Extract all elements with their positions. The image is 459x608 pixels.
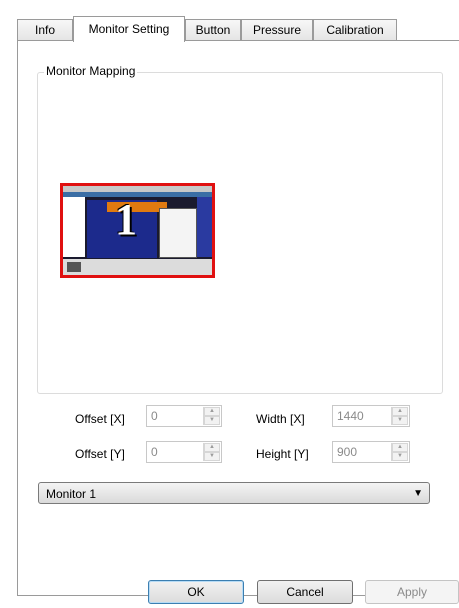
offset-y-field[interactable]: 0 ▲ ▼ — [146, 441, 222, 463]
thumb-toolbar — [63, 192, 212, 197]
ok-button[interactable]: OK — [148, 580, 244, 604]
width-x-field[interactable]: 1440 ▲ ▼ — [332, 405, 410, 427]
offset-y-spinner[interactable]: ▲ ▼ — [203, 443, 220, 461]
thumb-window-2 — [159, 208, 197, 258]
offset-x-spinner[interactable]: ▲ ▼ — [203, 407, 220, 425]
cancel-button[interactable]: Cancel — [257, 580, 353, 604]
thumb-right-pane — [197, 197, 212, 257]
width-x-spinner[interactable]: ▲ ▼ — [391, 407, 408, 425]
monitor-number-label: 1 — [115, 195, 137, 244]
thumb-taskbar-icon — [67, 262, 81, 272]
offset-x-field[interactable]: 0 ▲ ▼ — [146, 405, 222, 427]
height-y-field[interactable]: 900 ▲ ▼ — [332, 441, 410, 463]
spin-down-icon[interactable]: ▼ — [392, 416, 408, 425]
offset-y-label: Offset [Y] — [75, 447, 125, 461]
spin-up-icon[interactable]: ▲ — [204, 407, 220, 416]
spin-up-icon[interactable]: ▲ — [392, 443, 408, 452]
chevron-down-icon[interactable]: ▼ — [413, 486, 423, 502]
height-y-spinner[interactable]: ▲ ▼ — [391, 443, 408, 461]
monitor-thumbnail[interactable] — [60, 183, 215, 278]
spin-down-icon[interactable]: ▼ — [204, 452, 220, 461]
tab-pressure[interactable]: Pressure — [241, 19, 313, 41]
apply-button[interactable]: Apply — [365, 580, 459, 604]
monitor-select-value: Monitor 1 — [46, 487, 97, 501]
offset-x-value: 0 — [151, 409, 158, 423]
monitor-select[interactable]: Monitor 1 ▼ — [38, 482, 430, 504]
spin-down-icon[interactable]: ▼ — [392, 452, 408, 461]
width-x-label: Width [X] — [256, 412, 305, 426]
spin-down-icon[interactable]: ▼ — [204, 416, 220, 425]
spin-up-icon[interactable]: ▲ — [204, 443, 220, 452]
height-y-label: Height [Y] — [256, 447, 309, 461]
height-y-value: 900 — [337, 445, 358, 459]
tab-button[interactable]: Button — [185, 19, 241, 41]
offset-x-label: Offset [X] — [75, 412, 125, 426]
offset-y-value: 0 — [151, 445, 158, 459]
thumb-left-pane — [63, 197, 85, 257]
spin-up-icon[interactable]: ▲ — [392, 407, 408, 416]
tab-monitor-setting[interactable]: Monitor Setting — [73, 16, 185, 42]
monitor-mapping-label: Monitor Mapping — [44, 63, 138, 79]
thumb-bottom — [63, 259, 212, 275]
tab-calibration[interactable]: Calibration — [313, 19, 397, 41]
width-x-value: 1440 — [337, 409, 364, 423]
tab-info[interactable]: Info — [17, 19, 73, 41]
